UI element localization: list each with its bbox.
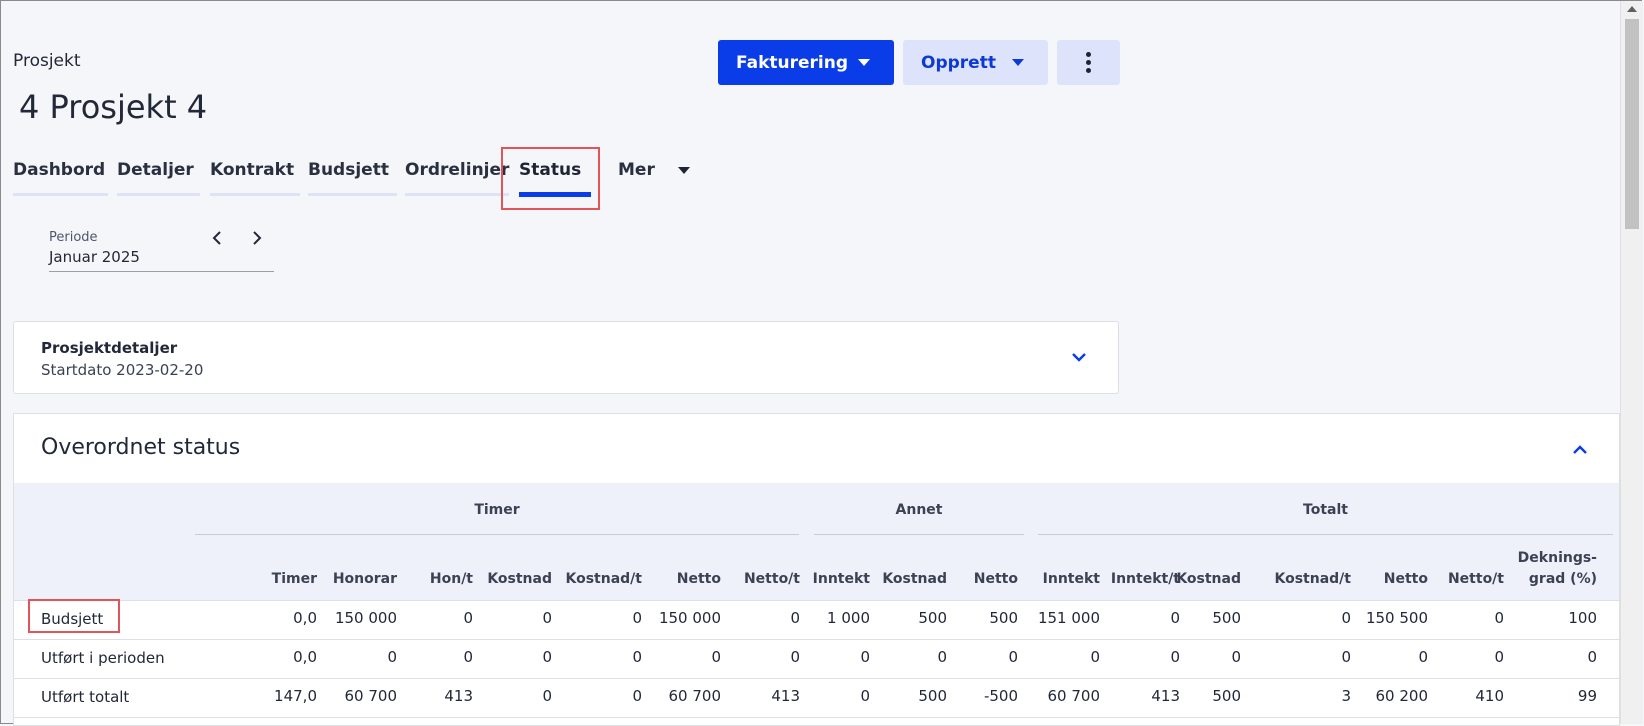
- tab-label: Mer: [618, 160, 655, 180]
- tab-ordrelinjer[interactable]: Ordrelinjer: [405, 160, 509, 196]
- table-cell: 0: [542, 687, 552, 705]
- expand-button[interactable]: [1070, 349, 1088, 368]
- table-cell: 0: [1587, 648, 1597, 666]
- tab-budsjett[interactable]: Budsjett: [308, 160, 397, 196]
- tab-detaljer[interactable]: Detaljer: [117, 160, 200, 196]
- card-title: Prosjektdetaljer: [41, 339, 178, 357]
- chevron-down-icon: [1072, 353, 1086, 362]
- tab-kontrakt[interactable]: Kontrakt: [210, 160, 300, 196]
- status-panel: Overordnet status Timer Annet Totalt Bud…: [13, 413, 1620, 726]
- period-value: Januar 2025: [49, 248, 140, 266]
- row-label: Budsjett: [41, 610, 104, 628]
- period-field[interactable]: Periode Januar 2025: [49, 228, 274, 272]
- card-subtitle: Startdato 2023-02-20: [41, 361, 204, 379]
- column-header-dekningsgrad: Deknings-grad (%): [1477, 548, 1597, 590]
- tab-label: Status: [519, 160, 582, 180]
- project-details-card[interactable]: Prosjektdetaljer Startdato 2023-02-20: [13, 321, 1119, 394]
- tab-label: Kontrakt: [210, 160, 295, 180]
- table-row: [14, 717, 1619, 725]
- group-divider: [195, 534, 799, 535]
- tab-label: Detaljer: [117, 160, 194, 180]
- fakturering-label: Fakturering: [736, 52, 849, 73]
- fakturering-button[interactable]: Fakturering: [718, 40, 894, 85]
- chevron-down-icon: [678, 167, 690, 174]
- table-cell: 0: [1231, 648, 1241, 666]
- table-cell: 99: [1577, 687, 1597, 705]
- table-cell: 0: [1494, 609, 1504, 627]
- group-divider: [814, 534, 1024, 535]
- opprett-button[interactable]: Opprett: [903, 40, 1048, 85]
- table-cell: 0: [542, 648, 552, 666]
- group-divider: [1038, 534, 1613, 535]
- row-label: Utført totalt: [41, 688, 130, 706]
- tab-status[interactable]: Status: [519, 160, 591, 197]
- table-cell: 500: [1212, 687, 1241, 705]
- group-timer: Timer: [474, 502, 520, 518]
- header-line: grad (%): [1528, 571, 1597, 587]
- chevron-down-icon: [858, 59, 870, 66]
- chevron-right-icon: [253, 231, 262, 245]
- breadcrumb[interactable]: Prosjekt: [13, 51, 81, 71]
- scroll-up-icon[interactable]: [1627, 6, 1637, 12]
- tab-label: Ordrelinjer: [405, 160, 510, 180]
- chevron-left-icon: [212, 231, 221, 245]
- period-label: Periode: [49, 230, 98, 245]
- panel-header[interactable]: Overordnet status: [14, 414, 1619, 484]
- page-title: 4 Prosjekt 4: [19, 88, 208, 126]
- kebab-icon: [1086, 52, 1091, 73]
- tab-mer[interactable]: Mer: [618, 160, 698, 196]
- table-cell: 0: [542, 609, 552, 627]
- next-period-button[interactable]: [246, 228, 266, 248]
- header-line: Deknings-: [1517, 550, 1597, 566]
- chevron-up-icon: [1573, 445, 1587, 454]
- vertical-scrollbar[interactable]: [1620, 1, 1643, 724]
- tab-label: Budsjett: [308, 160, 389, 180]
- group-annet: Annet: [895, 502, 943, 518]
- tab-dashbord[interactable]: Dashbord: [13, 160, 108, 196]
- previous-period-button[interactable]: [208, 228, 228, 248]
- table-cell: 410: [1475, 687, 1504, 705]
- collapse-button[interactable]: [1571, 442, 1589, 461]
- column-header: Kostnad: [1176, 571, 1241, 587]
- tab-label: Dashbord: [13, 160, 106, 180]
- table-cell: 0: [1494, 648, 1504, 666]
- chevron-down-icon: [1012, 59, 1024, 66]
- table-cell: 100: [1568, 609, 1597, 627]
- table-cell: 500: [1212, 609, 1241, 627]
- group-totalt: Totalt: [1303, 502, 1348, 518]
- opprett-label: Opprett: [921, 52, 996, 73]
- panel-title: Overordnet status: [41, 435, 241, 460]
- row-label: Utført i perioden: [41, 649, 165, 667]
- scrollbar-thumb[interactable]: [1625, 19, 1639, 229]
- more-actions-button[interactable]: [1057, 40, 1120, 85]
